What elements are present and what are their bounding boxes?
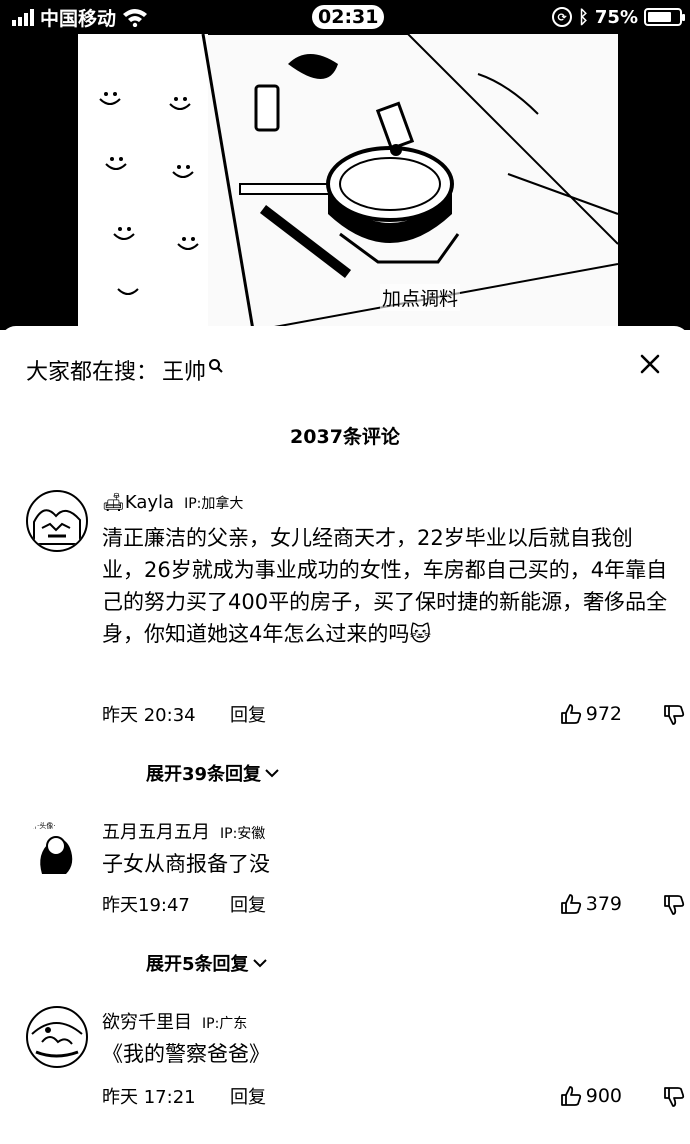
thumbs-down-icon[interactable] [662, 702, 686, 726]
status-right: ⟳ ᛒ 75% [552, 4, 685, 30]
username[interactable]: 欲穷千里目 [102, 1008, 192, 1034]
trending-search-label: 大家都在搜： [26, 360, 159, 385]
status-bar: 中国移动 02:31 ⟳ ᛒ 75% [0, 0, 690, 34]
comment-sheet: 大家都在搜： 王帅 2037条评论 🛋Kayla IP:加拿大 清正廉洁的父亲，… [0, 326, 690, 1144]
user-avatar[interactable] [26, 490, 88, 552]
video-player[interactable]: 加点调料 [0, 34, 690, 330]
close-icon[interactable] [638, 352, 662, 376]
comment-text[interactable]: 《我的警察爸爸》 [102, 1038, 668, 1070]
comment-meta: 昨天 17:21 回复 900 [102, 1082, 685, 1110]
thumbs-up-icon [560, 1086, 581, 1106]
user-avatar[interactable]: 新·头像· [26, 818, 88, 880]
signal-icon [12, 8, 34, 26]
comment-header: 欲穷千里目 IP:广东 [102, 1008, 247, 1034]
svg-text:新·头像·: 新·头像· [30, 821, 55, 830]
comment-time: 昨天 17:21 [102, 1087, 196, 1108]
ip-location: IP:广东 [202, 1016, 248, 1032]
video-caption: 加点调料 [380, 284, 461, 311]
chevron-down-icon [252, 959, 267, 968]
like-count: 972 [585, 703, 622, 725]
video-frame[interactable]: 加点调料 [78, 34, 618, 330]
comment-count: 2037条评论 [290, 426, 400, 448]
kitchen-scene-image [78, 34, 618, 330]
thumbs-up-icon [560, 894, 581, 914]
reply-button[interactable]: 回复 [230, 891, 266, 917]
thumbs-down-icon[interactable] [662, 1084, 686, 1108]
orientation-lock-icon: ⟳ [552, 7, 573, 27]
bluetooth-icon: ᛒ [578, 6, 589, 28]
expand-replies-button[interactable]: 展开5条回复 [146, 950, 267, 976]
thumbs-up-icon [560, 704, 581, 724]
thumbs-down-icon[interactable] [662, 892, 686, 916]
search-icon [209, 359, 223, 373]
like-button[interactable]: 379 [560, 893, 622, 915]
comment-time: 昨天19:47 [102, 895, 190, 916]
battery-level [648, 12, 671, 22]
comment-text[interactable]: 子女从商报备了没 [102, 848, 668, 880]
ip-location: IP:安徽 [220, 826, 266, 842]
user-badge-icon: 🛋 [102, 492, 125, 513]
like-button[interactable]: 972 [560, 703, 622, 725]
reply-button[interactable]: 回复 [230, 701, 266, 727]
carrier-name: 中国移动 [40, 7, 117, 30]
comment-time: 昨天 20:34 [102, 705, 196, 726]
chevron-down-icon [265, 769, 279, 778]
reply-button[interactable]: 回复 [230, 1083, 266, 1109]
user-avatar[interactable] [26, 1006, 88, 1068]
cat-emoji-icon: 🐱 [409, 622, 432, 646]
comment-meta: 昨天 20:34 回复 972 [102, 700, 685, 728]
comment-text[interactable]: 清正廉洁的父亲，女儿经商天才，22岁毕业以后就自我创业，26岁就成为事业成功的女… [102, 522, 668, 650]
battery-percent: 75% [594, 6, 638, 28]
status-time: 02:31 [312, 5, 385, 29]
battery-icon [644, 8, 685, 26]
ip-location: IP:加拿大 [184, 496, 244, 512]
like-count: 379 [585, 893, 622, 915]
like-button[interactable]: 900 [560, 1085, 622, 1107]
expand-replies-button[interactable]: 展开39条回复 [146, 760, 279, 786]
comment-meta: 昨天19:47 回复 379 [102, 890, 685, 918]
username[interactable]: 五月五月五月 [102, 818, 210, 844]
like-count: 900 [585, 1085, 622, 1107]
comment-header: 🛋Kayla IP:加拿大 [102, 492, 243, 513]
trending-search-term[interactable]: 王帅 [162, 354, 206, 386]
username[interactable]: 🛋Kayla [102, 492, 174, 513]
trending-search[interactable]: 大家都在搜： 王帅 [26, 354, 224, 386]
wifi-icon [123, 9, 148, 27]
status-left: 中国移动 [12, 4, 148, 30]
comment-header: 五月五月五月 IP:安徽 [102, 818, 265, 844]
